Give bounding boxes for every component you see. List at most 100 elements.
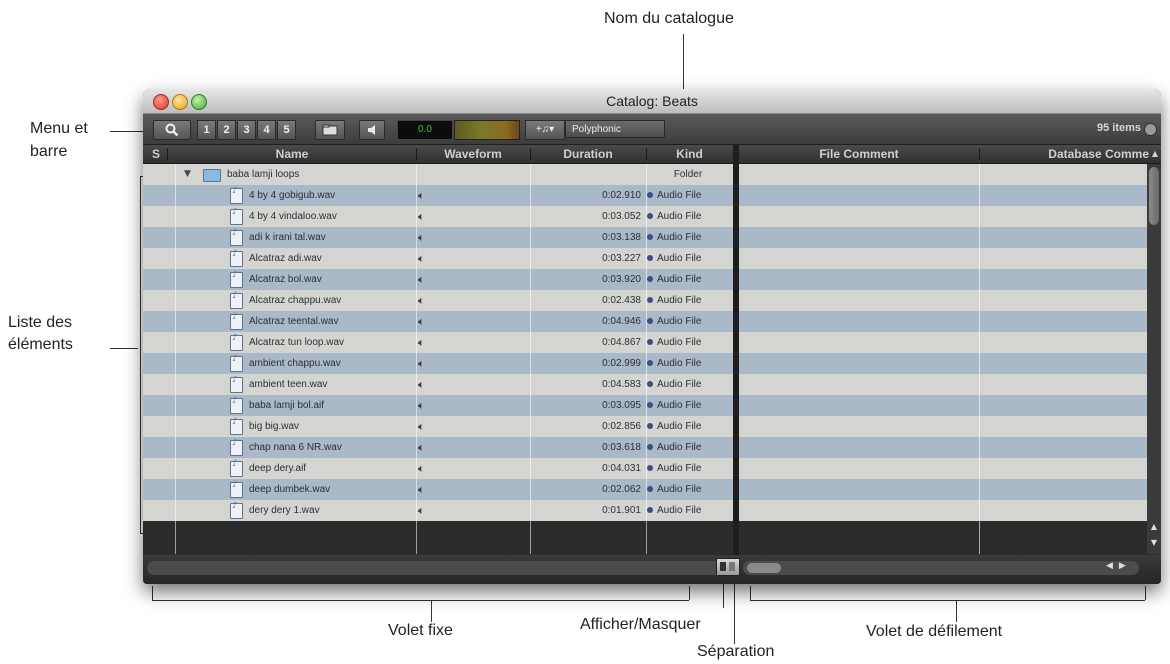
column-header-s[interactable]: S xyxy=(147,145,165,163)
view-preset-2-button[interactable]: 2 xyxy=(217,120,236,140)
file-row[interactable]: 4 by 4 vindaloo.wav 🔈︎ 0:03.052 Audio File xyxy=(143,206,733,227)
file-kind: Audio File xyxy=(647,437,729,458)
waveform-speaker-icon[interactable]: 🔈︎ xyxy=(418,353,448,374)
audio-kind-icon xyxy=(647,381,653,388)
waveform-speaker-icon[interactable]: 🔈︎ xyxy=(418,185,448,206)
horizontal-scroll-arrows-icon[interactable]: ◀▶ xyxy=(1106,561,1132,571)
waveform-speaker-icon[interactable]: 🔈︎ xyxy=(418,500,448,521)
waveform-speaker-icon[interactable]: 🔈︎ xyxy=(418,206,448,227)
folder-icon xyxy=(203,169,221,182)
file-row[interactable]: Alcatraz adi.wav 🔈︎ 0:03.227 Audio File xyxy=(143,248,733,269)
file-kind: Audio File xyxy=(647,311,729,332)
file-kind-label: Audio File xyxy=(657,421,702,432)
view-preset-4-button[interactable]: 4 xyxy=(257,120,276,140)
column-header-database-comment[interactable]: Database Comme xyxy=(979,145,1149,163)
file-duration: 0:01.901 xyxy=(602,505,641,516)
scroll-row[interactable] xyxy=(739,248,1147,269)
preview-level-meter xyxy=(454,120,520,140)
column-header-name[interactable]: Name xyxy=(167,145,417,163)
scroll-row[interactable] xyxy=(739,164,1147,185)
file-duration: 0:03.052 xyxy=(602,211,641,222)
file-row[interactable]: Alcatraz bol.wav 🔈︎ 0:03.920 Audio File xyxy=(143,269,733,290)
voice-select[interactable]: Polyphonic xyxy=(565,120,665,138)
scroll-row[interactable] xyxy=(739,416,1147,437)
scroll-row[interactable] xyxy=(739,395,1147,416)
file-duration: 0:04.031 xyxy=(602,463,641,474)
waveform-speaker-icon[interactable]: 🔈︎ xyxy=(418,248,448,269)
scroll-row[interactable] xyxy=(739,269,1147,290)
view-preset-3-button[interactable]: 3 xyxy=(237,120,256,140)
waveform-speaker-icon[interactable]: 🔈︎ xyxy=(418,269,448,290)
file-row[interactable]: deep dery.aif 🔈︎ 0:04.031 Audio File xyxy=(143,458,733,479)
search-button[interactable] xyxy=(153,120,191,140)
vertical-scroll-thumb[interactable] xyxy=(1149,167,1159,225)
folder-button[interactable] xyxy=(315,120,345,140)
file-row[interactable]: Alcatraz chappu.wav 🔈︎ 0:02.438 Audio File xyxy=(143,290,733,311)
view-preset-5-button[interactable]: 5 xyxy=(277,120,296,140)
fixed-pane-scrollbar[interactable] xyxy=(147,561,727,575)
file-name: adi k irani tal.wav xyxy=(249,232,326,243)
sort-ascending-icon[interactable]: ▲ xyxy=(1149,145,1161,163)
file-row[interactable]: deep dumbek.wav 🔈︎ 0:02.062 Audio File xyxy=(143,479,733,500)
scroll-row[interactable] xyxy=(739,185,1147,206)
file-name: deep dery.aif xyxy=(249,463,307,474)
audition-button[interactable] xyxy=(359,120,385,140)
column-header-duration[interactable]: Duration xyxy=(530,145,646,163)
waveform-speaker-icon[interactable]: 🔈︎ xyxy=(418,416,448,437)
scroll-row[interactable] xyxy=(739,479,1147,500)
column-header-kind[interactable]: Kind xyxy=(646,145,733,163)
preview-level-display[interactable]: 0.0 xyxy=(397,120,453,140)
waveform-speaker-icon[interactable]: 🔈︎ xyxy=(418,458,448,479)
file-name: baba lamji bol.aif xyxy=(249,400,325,411)
file-row[interactable]: baba lamji bol.aif 🔈︎ 0:03.095 Audio File xyxy=(143,395,733,416)
file-duration: 0:02.999 xyxy=(602,358,641,369)
file-row[interactable]: Alcatraz tun loop.wav 🔈︎ 0:04.867 Audio Fil… xyxy=(143,332,733,353)
scroll-row[interactable] xyxy=(739,311,1147,332)
waveform-speaker-icon[interactable]: 🔈︎ xyxy=(418,479,448,500)
horizontal-scroll-thumb[interactable] xyxy=(747,563,781,573)
file-row[interactable]: dery dery 1.wav 🔈︎ 0:01.901 Audio File xyxy=(143,500,733,521)
show-hide-toggle[interactable] xyxy=(716,558,740,576)
annotation-bracket-fixed-pane xyxy=(152,586,153,600)
scroll-row[interactable] xyxy=(739,437,1147,458)
waveform-speaker-icon[interactable]: 🔈︎ xyxy=(418,227,448,248)
waveform-speaker-icon[interactable]: 🔈︎ xyxy=(418,311,448,332)
file-name: deep dumbek.wav xyxy=(249,484,331,495)
file-row[interactable]: big big.wav 🔈︎ 0:02.856 Audio File xyxy=(143,416,733,437)
disclosure-triangle-icon[interactable]: ▼ xyxy=(184,164,191,185)
file-row[interactable]: 4 by 4 gobigub.wav 🔈︎ 0:02.910 Audio File xyxy=(143,185,733,206)
file-row[interactable]: ambient teen.wav 🔈︎ 0:04.583 Audio File xyxy=(143,374,733,395)
column-header-file-comment[interactable]: File Comment xyxy=(739,145,979,163)
waveform-speaker-icon[interactable]: 🔈︎ xyxy=(418,437,448,458)
scroll-row[interactable] xyxy=(739,353,1147,374)
waveform-speaker-icon[interactable]: 🔈︎ xyxy=(418,332,448,353)
options-button[interactable] xyxy=(1144,123,1157,136)
scroll-row[interactable] xyxy=(739,500,1147,521)
file-duration: 0:03.138 xyxy=(602,232,641,243)
scroll-row[interactable] xyxy=(739,458,1147,479)
scroll-pane-horizontal-scrollbar[interactable] xyxy=(743,561,1139,575)
waveform-speaker-icon[interactable]: 🔈︎ xyxy=(418,374,448,395)
scroll-row[interactable] xyxy=(739,332,1147,353)
scroll-row[interactable] xyxy=(739,374,1147,395)
scroll-up-arrow-icon[interactable]: ▲ xyxy=(1149,522,1159,532)
voice-mode-selector[interactable]: +♫▾ xyxy=(525,120,565,140)
folder-row[interactable]: ▼ baba lamji loops Folder xyxy=(143,164,733,185)
file-duration: 0:02.062 xyxy=(602,484,641,495)
scroll-down-arrow-icon[interactable]: ▼ xyxy=(1149,538,1159,548)
file-row[interactable]: chap nana 6 NR.wav 🔈︎ 0:03.618 Audio File xyxy=(143,437,733,458)
file-kind: Audio File xyxy=(647,185,729,206)
vertical-scrollbar[interactable]: ▲ ▼ xyxy=(1147,164,1161,554)
audio-kind-icon xyxy=(647,276,653,283)
file-row[interactable]: adi k irani tal.wav 🔈︎ 0:03.138 Audio File xyxy=(143,227,733,248)
scroll-row[interactable] xyxy=(739,290,1147,311)
waveform-speaker-icon[interactable]: 🔈︎ xyxy=(418,395,448,416)
view-preset-1-button[interactable]: 1 xyxy=(197,120,216,140)
file-row[interactable]: ambient chappu.wav 🔈︎ 0:02.999 Audio File xyxy=(143,353,733,374)
scroll-row[interactable] xyxy=(739,227,1147,248)
waveform-speaker-icon[interactable]: 🔈︎ xyxy=(418,290,448,311)
title-bar[interactable]: Catalog: Beats xyxy=(143,89,1161,114)
column-header-waveform[interactable]: Waveform xyxy=(416,145,530,163)
file-row[interactable]: Alcatraz teental.wav 🔈︎ 0:04.946 Audio File xyxy=(143,311,733,332)
scroll-row[interactable] xyxy=(739,206,1147,227)
